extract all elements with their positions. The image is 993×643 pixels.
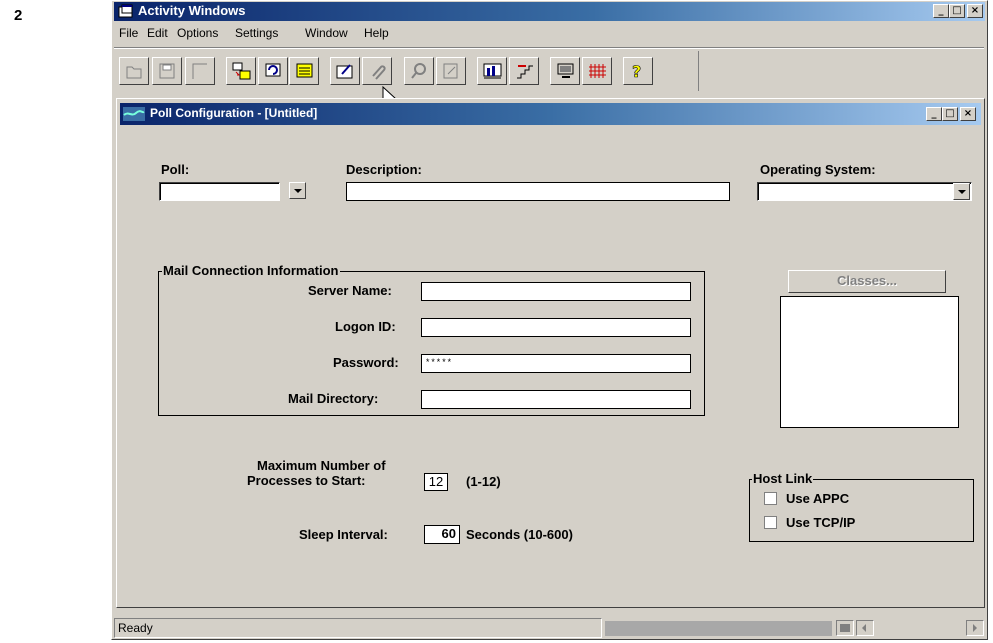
monitor-tool[interactable] — [550, 57, 580, 85]
transfer-tool[interactable] — [226, 57, 256, 85]
sleep-interval-units: Seconds (10-600) — [466, 527, 573, 542]
child-maximize-button[interactable]: □ — [942, 107, 958, 121]
logon-id-input[interactable] — [421, 318, 691, 337]
menu-edit[interactable]: Edit — [147, 26, 168, 40]
max-processes-input[interactable]: 12 — [424, 473, 448, 491]
blank-tool[interactable] — [185, 57, 215, 85]
app-icon — [118, 4, 133, 18]
logon-id-label: Logon ID: — [335, 319, 396, 334]
open-tool[interactable] — [119, 57, 149, 85]
operating-system-dropdown-button[interactable] — [953, 183, 970, 200]
minimize-button[interactable]: _ — [933, 4, 949, 18]
svg-text:?: ? — [632, 62, 641, 80]
password-label: Password: — [333, 355, 399, 370]
description-input[interactable] — [346, 182, 730, 201]
maximize-button[interactable]: □ — [949, 4, 965, 18]
stairs-tool[interactable] — [509, 57, 539, 85]
search-tool[interactable] — [404, 57, 434, 85]
sleep-interval-input[interactable]: 60 — [424, 525, 460, 544]
close-button[interactable]: × — [967, 4, 983, 18]
document-tool[interactable] — [436, 57, 466, 85]
blank-icon — [192, 63, 207, 79]
child-title: Poll Configuration - [Untitled] — [150, 106, 318, 120]
status-progress-area — [605, 621, 832, 636]
sleep-interval-label: Sleep Interval: — [299, 527, 388, 542]
operating-system-label: Operating System: — [760, 162, 876, 177]
monitor-icon — [557, 63, 574, 78]
status-indicator-icon — [836, 620, 854, 636]
attach-icon — [372, 65, 386, 80]
save-tool[interactable] — [152, 57, 182, 85]
help-tool[interactable]: ? — [623, 57, 653, 85]
max-processes-label: Maximum Number of — [257, 458, 386, 473]
mail-directory-label: Mail Directory: — [288, 391, 379, 406]
scroll-right-icon[interactable] — [966, 620, 984, 636]
child-titlebar[interactable]: Poll Configuration - [Untitled] _ □ × — [120, 103, 981, 125]
status-text: Ready — [118, 621, 153, 635]
use-tcpip-checkbox[interactable] — [764, 516, 777, 529]
scroll-left-icon[interactable] — [856, 620, 874, 636]
document-icon — [443, 63, 458, 79]
max-processes-label-2: Processes to Start: — [247, 473, 366, 488]
list-icon — [296, 63, 313, 78]
host-link-group-title: Host Link — [752, 471, 814, 486]
max-processes-range: (1-12) — [466, 474, 501, 489]
mail-connection-group-title: Mail Connection Information — [162, 263, 340, 278]
use-tcpip-label[interactable]: Use TCP/IP — [786, 515, 855, 530]
search-icon — [411, 63, 426, 79]
child-minimize-button[interactable]: _ — [926, 107, 942, 121]
refresh-tool[interactable] — [258, 57, 288, 85]
password-input[interactable]: ***** — [421, 354, 691, 373]
edit-tool[interactable] — [330, 57, 360, 85]
help-icon: ? — [632, 62, 642, 80]
chart-icon — [483, 63, 502, 79]
use-appc-label[interactable]: Use APPC — [786, 491, 849, 506]
classes-button[interactable]: Classes... — [788, 270, 946, 293]
classes-list[interactable] — [780, 296, 959, 428]
status-bar: Ready — [114, 618, 986, 638]
chart-tool[interactable] — [477, 57, 507, 85]
edit-icon — [336, 64, 353, 79]
child-close-button[interactable]: × — [960, 107, 976, 121]
app-title: Activity Windows — [138, 3, 246, 18]
menu-options[interactable]: Options — [177, 26, 218, 40]
stairs-icon — [517, 65, 533, 79]
mail-directory-input[interactable] — [421, 390, 691, 409]
refresh-icon — [265, 63, 281, 77]
toolbar-end-separator — [698, 51, 699, 91]
grid-tool[interactable] — [582, 57, 612, 85]
server-name-label: Server Name: — [308, 283, 392, 298]
menu-file[interactable]: File — [119, 26, 138, 40]
grid-icon — [589, 64, 606, 78]
page-number: 2 — [14, 7, 23, 24]
operating-system-select[interactable] — [757, 182, 972, 201]
status-text-pane: Ready — [114, 618, 602, 638]
menu-settings[interactable]: Settings — [235, 26, 278, 40]
app-titlebar[interactable]: Activity Windows _ □ × — [114, 2, 985, 21]
open-icon — [126, 66, 142, 79]
poll-label: Poll: — [161, 162, 190, 177]
poll-input[interactable] — [159, 182, 280, 201]
description-label: Description: — [346, 162, 422, 177]
use-appc-checkbox[interactable] — [764, 492, 777, 505]
host-link-group — [749, 479, 974, 542]
save-icon — [159, 63, 175, 79]
server-name-input[interactable] — [421, 282, 691, 301]
list-tool[interactable] — [289, 57, 319, 85]
menu-separator-highlight — [114, 48, 984, 49]
attach-tool[interactable] — [362, 57, 392, 85]
transfer-icon — [232, 62, 251, 80]
menu-window[interactable]: Window — [305, 26, 348, 40]
poll-dropdown-button[interactable] — [289, 182, 306, 199]
poll-window-icon — [123, 107, 145, 121]
menu-help[interactable]: Help — [364, 26, 389, 40]
